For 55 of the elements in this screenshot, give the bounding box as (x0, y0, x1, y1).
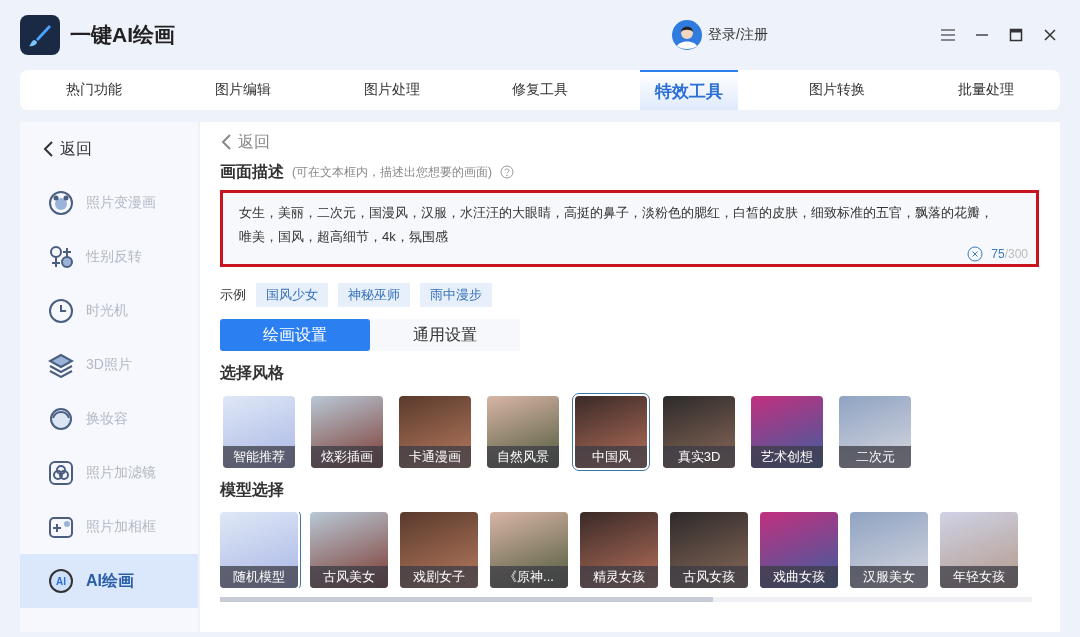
layers-icon (48, 352, 74, 378)
example-chip[interactable]: 雨中漫步 (420, 283, 492, 307)
nav-tab[interactable]: 图片编辑 (168, 70, 318, 110)
bear-face-icon (48, 190, 74, 216)
clock-icon (48, 298, 74, 324)
model-card[interactable]: 戏剧女子 (400, 512, 478, 588)
login-link[interactable]: 登录/注册 (708, 26, 768, 44)
nav-tab[interactable]: 图片处理 (317, 70, 466, 110)
hint-text: (可在文本框内，描述出您想要的画面) (292, 163, 492, 181)
clear-icon[interactable] (967, 246, 984, 262)
back-link[interactable]: 返回 (238, 131, 270, 153)
filter-icon (48, 460, 74, 486)
example-chip[interactable]: 国风少女 (256, 283, 328, 307)
section-title: 画面描述 (220, 161, 284, 182)
gender-symbols-icon (48, 244, 74, 270)
help-icon[interactable] (500, 165, 514, 179)
examples-label: 示例 (220, 286, 246, 304)
section-title: 选择风格 (220, 363, 285, 383)
character-limit: /300 (1004, 247, 1028, 261)
settings-tab[interactable]: 通用设置 (370, 319, 520, 351)
style-card[interactable]: 二次元 (839, 396, 911, 468)
nav-tab[interactable]: 批量处理 (911, 70, 1061, 110)
back-link[interactable]: 返回 (60, 138, 92, 160)
model-card[interactable]: 精灵女孩 (580, 512, 658, 588)
nav-tab[interactable]: 图片转换 (762, 70, 912, 110)
character-count: 75 (991, 247, 1005, 261)
horizontal-scrollbar[interactable] (220, 597, 1032, 602)
example-chip[interactable]: 神秘巫师 (338, 283, 410, 307)
chevron-left-icon[interactable] (42, 140, 54, 158)
frame-icon (48, 514, 74, 540)
ai-badge-icon: AI (48, 568, 74, 594)
model-card[interactable]: 随机模型 (220, 512, 298, 588)
nav-tab[interactable]: 特效工具 (639, 70, 738, 110)
style-card[interactable]: 自然风景 (487, 396, 559, 468)
model-card[interactable]: 古风美女 (310, 512, 388, 588)
model-card[interactable]: 汉服美女 (850, 512, 928, 588)
paintbrush-logo-icon (20, 15, 60, 55)
style-card[interactable]: 炫彩插画 (311, 396, 383, 468)
sidebar-item[interactable]: AI AI绘画 (20, 554, 198, 608)
settings-tab[interactable]: 绘画设置 (220, 319, 370, 351)
style-card[interactable]: 智能推荐 (223, 396, 295, 468)
avatar-icon[interactable] (672, 20, 703, 50)
section-title: 模型选择 (220, 480, 285, 500)
model-card[interactable]: 年轻女孩 (940, 512, 1018, 588)
model-card[interactable]: 戏曲女孩 (760, 512, 838, 588)
style-card[interactable]: 真实3D (663, 396, 735, 468)
style-card[interactable]: 艺术创想 (751, 396, 823, 468)
nav-tab[interactable]: 修复工具 (466, 70, 615, 110)
style-card[interactable]: 中国风 (575, 396, 647, 468)
model-card[interactable]: 古风女孩 (670, 512, 748, 588)
app-title: 一键AI绘画 (70, 22, 175, 48)
model-card[interactable]: 《原神... (490, 512, 568, 588)
style-card[interactable]: 卡通漫画 (399, 396, 471, 468)
nav-tab[interactable]: 热门功能 (20, 70, 169, 110)
description-field[interactable]: 女生，美丽，二次元，国漫风，汉服，水汪汪的大眼睛，高挺的鼻子，淡粉色的腮红，白皙的皮肤，细致标准的五官，飘落的花瓣，唯美，国风，超高细节，4k，氛围感 75/300 (220, 190, 1039, 267)
